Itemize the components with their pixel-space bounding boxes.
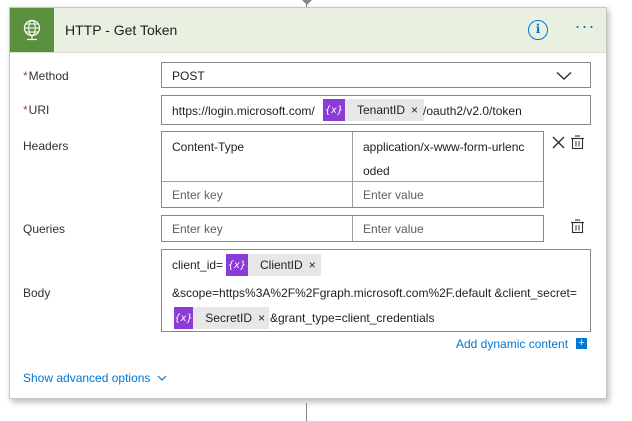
header-value-input[interactable]: Enter value: [353, 182, 543, 207]
body-input[interactable]: client_id= {x} ClientID × &scope=https%3…: [161, 249, 591, 332]
query-value-input[interactable]: Enter value: [353, 216, 543, 241]
body-text-line2: &scope=https%3A%2F%2Fgraph.microsoft.com…: [172, 286, 577, 300]
expression-icon: {x}: [226, 254, 248, 276]
uri-input[interactable]: https://login.microsoft.com/ {x} TenantI…: [161, 95, 591, 125]
close-icon[interactable]: ×: [309, 258, 320, 272]
queries-label: Queries: [23, 222, 66, 236]
card-title: HTTP - Get Token: [65, 22, 178, 38]
body-text-line1: client_id=: [172, 258, 224, 272]
header-key-cell[interactable]: Content-Type: [162, 132, 352, 181]
token-label: SecretID: [205, 311, 252, 325]
headers-table: Content-Type application/x-www-form-urle…: [161, 131, 544, 208]
http-action-card: HTTP - Get Token i ··· *Method POST *URI…: [9, 7, 607, 399]
remove-row-icon[interactable]: [552, 136, 565, 149]
body-text-line3: &grant_type=client_credentials: [270, 311, 435, 325]
more-options-icon[interactable]: ···: [572, 17, 598, 40]
connector-line-bottom: [306, 403, 307, 421]
secretid-token[interactable]: {x} SecretID ×: [174, 307, 269, 329]
expression-icon: {x}: [174, 307, 194, 329]
method-value: POST: [172, 69, 205, 83]
uri-suffix-text: /oauth2/v2.0/token: [423, 104, 522, 118]
info-icon[interactable]: i: [528, 20, 548, 40]
token-label: ClientID: [260, 258, 303, 272]
add-icon[interactable]: +: [576, 338, 587, 349]
chevron-down-icon: [556, 71, 572, 80]
close-icon[interactable]: ×: [411, 103, 422, 117]
show-advanced-options-link[interactable]: Show advanced options: [23, 371, 167, 385]
header-key-input[interactable]: Enter key: [162, 182, 352, 207]
chevron-down-icon: [157, 375, 167, 381]
switch-to-text-mode-icon[interactable]: [570, 219, 585, 234]
connector-arrow: [302, 0, 312, 5]
headers-label: Headers: [23, 139, 69, 153]
token-label: TenantID: [357, 103, 406, 117]
card-header[interactable]: HTTP - Get Token i ···: [10, 8, 606, 53]
globe-icon: [10, 8, 54, 52]
switch-to-text-mode-icon[interactable]: [570, 135, 585, 150]
clientid-token[interactable]: {x} ClientID ×: [226, 254, 321, 276]
queries-table: Enter key Enter value: [161, 215, 544, 242]
add-dynamic-content-link[interactable]: Add dynamic content: [456, 337, 568, 351]
query-key-input[interactable]: Enter key: [162, 216, 352, 241]
close-icon[interactable]: ×: [258, 311, 269, 325]
method-dropdown[interactable]: POST: [161, 62, 591, 88]
expression-icon: {x}: [323, 99, 345, 121]
uri-prefix-text: https://login.microsoft.com/: [172, 104, 315, 118]
uri-label: *URI: [23, 103, 50, 117]
body-label: Body: [23, 286, 51, 300]
header-value-cell[interactable]: application/x-www-form-urlenc oded: [353, 132, 543, 181]
tenantid-token[interactable]: {x} TenantID ×: [323, 99, 424, 121]
method-label: *Method: [23, 69, 69, 83]
